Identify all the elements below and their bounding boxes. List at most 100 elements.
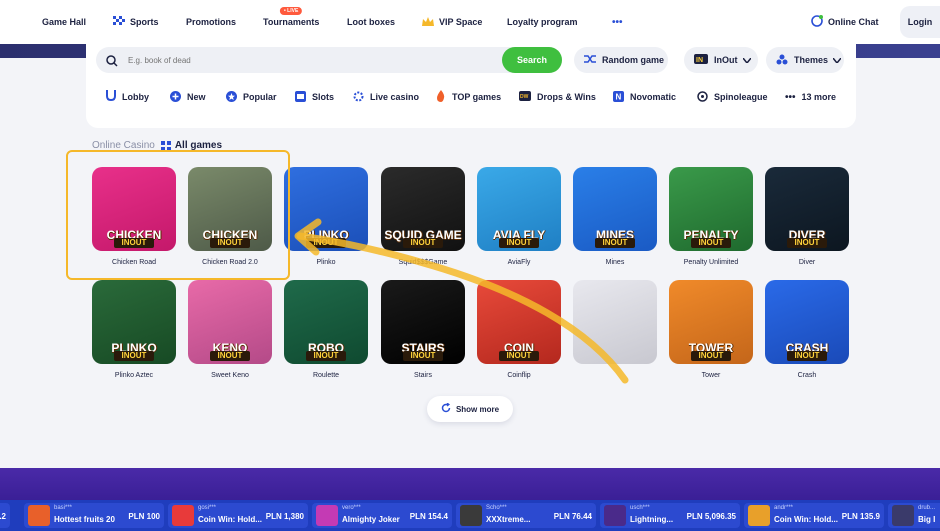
nav-sports-label: Sports: [130, 17, 159, 27]
nav-loyalty-label: Loyalty program: [507, 17, 578, 27]
game-tile[interactable]: DIVER INOUT Diver: [765, 167, 849, 266]
shuffle-icon: [584, 54, 596, 66]
nav-more-label: •••: [612, 16, 623, 28]
provider-label: InOut: [714, 55, 738, 65]
cat-label: TOP games: [452, 92, 502, 102]
game-thumbnail: STAIRS INOUT: [381, 280, 465, 364]
themes-label: Themes: [794, 55, 829, 65]
search-icon: [106, 54, 118, 72]
live-casino-icon: [353, 91, 364, 104]
nav-tournaments[interactable]: • LIVE Tournaments: [263, 0, 319, 44]
svg-text:N: N: [616, 92, 622, 101]
nav-tournaments-label: Tournaments: [263, 17, 320, 27]
game-tile[interactable]: MINES INOUT Mines: [573, 167, 657, 266]
game-tile[interactable]: PENALTY INOUT Penalty Unlimited: [669, 167, 753, 266]
ticker-amount: PLN 5,096.35: [686, 512, 736, 521]
game-tile[interactable]: SQUID GAME INOUT Squid$$$Game: [381, 167, 465, 266]
ticker-item[interactable]: basi*** Hottest fruits 20 PLN 100: [24, 503, 164, 528]
cat-spinoleague[interactable]: Spinoleague: [697, 84, 768, 110]
game-tile[interactable]: [573, 280, 657, 372]
ticker-amount: PLN 100: [128, 512, 160, 521]
inout-brand-badge: INOUT: [306, 238, 346, 248]
inout-brand-badge: INOUT: [595, 238, 635, 248]
ticker-amount: PLN 76.44: [553, 512, 592, 521]
ticker-amount: PLN 1,380: [265, 512, 304, 521]
nav-promotions[interactable]: Promotions: [186, 0, 236, 44]
cat-label: Slots: [312, 92, 335, 102]
ticker-item[interactable]: andr*** Coin Win: Hold... PLN 135.9: [744, 503, 884, 528]
footer-band: [0, 468, 940, 500]
ticker-game: Almighty Joker: [342, 515, 400, 524]
ticker-item[interactable]: usch*** Lightning... PLN 5,096.35: [600, 503, 740, 528]
winners-ticker: 65.2 basi*** Hottest fruits 20 PLN 100 gosi*…: [0, 500, 940, 531]
search-input[interactable]: [128, 53, 488, 67]
game-tile[interactable]: KENO INOUT Sweet Keno: [188, 280, 272, 379]
cat-label: Drops & Wins: [537, 92, 596, 102]
random-game-button[interactable]: Random game: [574, 47, 668, 73]
lobby-icon: [106, 90, 116, 104]
flame-icon: [436, 90, 446, 104]
themes-select[interactable]: Themes: [766, 47, 844, 73]
game-thumbnail: PLINKO INOUT: [92, 280, 176, 364]
login-button[interactable]: Login: [900, 6, 940, 38]
game-tile[interactable]: COIN INOUT Coinflip: [477, 280, 561, 379]
chevron-down-icon: [832, 55, 842, 65]
nav-more-button[interactable]: •••: [612, 0, 623, 44]
online-chat-label: Online Chat: [828, 17, 879, 27]
show-more-button[interactable]: Show more: [427, 396, 513, 422]
cat-label: Spinoleague: [714, 92, 768, 102]
game-thumbnail: KENO INOUT: [188, 280, 272, 364]
ticker-item[interactable]: gosi*** Coin Win: Hold... PLN 1,380: [168, 503, 308, 528]
spinoleague-icon: [697, 90, 708, 104]
ticker-item[interactable]: vero*** Almighty Joker PLN 154.4: [312, 503, 452, 528]
cat-label: Novomatic: [630, 92, 677, 102]
cat-novomatic[interactable]: N Novomatic: [613, 84, 676, 110]
ticker-game: Hottest fruits 20: [54, 515, 115, 524]
search-button[interactable]: Search: [502, 47, 562, 73]
nav-sports[interactable]: Sports: [113, 0, 159, 44]
cat-drops-wins[interactable]: DW Drops & Wins: [519, 84, 596, 110]
cat-slots[interactable]: Slots: [295, 84, 334, 110]
cat-top-games[interactable]: TOP games: [436, 84, 501, 110]
ticker-game-icon: [748, 505, 770, 526]
cat-lobby[interactable]: Lobby: [106, 84, 149, 110]
game-tile[interactable]: PLINKO INOUT Plinko Aztec: [92, 280, 176, 379]
nav-game-hall[interactable]: Game Hall: [42, 0, 86, 44]
ticker-game-icon: [460, 505, 482, 526]
cat-live-casino[interactable]: Live casino: [353, 84, 419, 110]
inout-brand-badge: INOUT: [210, 351, 250, 361]
game-tile[interactable]: TOWER INOUT Tower: [669, 280, 753, 379]
plus-circle-icon: [170, 90, 181, 104]
nav-promotions-label: Promotions: [186, 17, 237, 27]
login-label: Login: [907, 17, 933, 27]
ticker-item[interactable]: drub... Big I: [888, 503, 940, 528]
chat-icon: [811, 15, 823, 29]
game-tile[interactable]: STAIRS INOUT Stairs: [381, 280, 465, 379]
nav-vip-space-label: VIP Space: [439, 17, 483, 27]
cat-more[interactable]: ••• 13 more: [785, 84, 836, 110]
cat-new[interactable]: New: [170, 84, 206, 110]
game-tile[interactable]: ROBO INOUT Roulette: [284, 280, 368, 379]
game-tile[interactable]: CRASH INOUT Crash: [765, 280, 849, 379]
ticker-item[interactable]: 65.2: [0, 503, 10, 528]
nav-loyalty[interactable]: Loyalty program: [507, 0, 578, 44]
game-name: Penalty Unlimited: [683, 259, 739, 266]
provider-select[interactable]: IN InOut: [684, 47, 758, 73]
themes-icon: [776, 54, 788, 67]
game-tile[interactable]: AVIA FLY INOUT AviaFly: [477, 167, 561, 266]
cat-label: 13 more: [801, 92, 837, 102]
ticker-item[interactable]: Scho*** XXXtreme... PLN 76.44: [456, 503, 596, 528]
cat-popular[interactable]: Popular: [226, 84, 277, 110]
inout-brand-badge: INOUT: [787, 238, 827, 248]
game-thumbnail: SQUID GAME INOUT: [381, 167, 465, 251]
novomatic-icon: N: [613, 90, 624, 104]
ticker-game-icon: [316, 505, 338, 526]
online-chat-button[interactable]: Online Chat: [811, 0, 879, 44]
game-name: AviaFly: [507, 259, 531, 266]
nav-vip-space[interactable]: VIP Space: [422, 0, 482, 44]
nav-loot-boxes[interactable]: Loot boxes: [347, 0, 395, 44]
inout-brand-badge: INOUT: [114, 351, 154, 361]
game-name: Squid$$$Game: [398, 259, 448, 266]
ticker-amount: 65.2: [0, 512, 6, 521]
game-tile[interactable]: PLINKO INOUT Plinko: [284, 167, 368, 266]
